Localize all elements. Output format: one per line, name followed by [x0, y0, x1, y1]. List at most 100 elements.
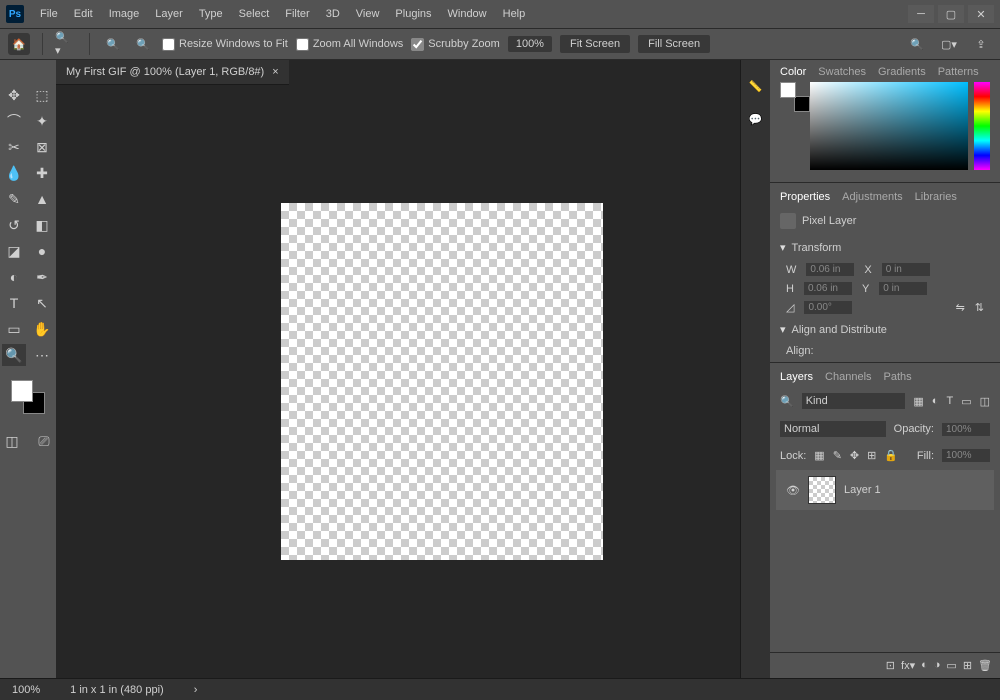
- frame-tool[interactable]: ⊠: [30, 136, 54, 158]
- minimize-button[interactable]: ─: [908, 5, 934, 23]
- color-swatches[interactable]: [11, 380, 45, 414]
- workspace-icon[interactable]: ▢▾: [938, 33, 960, 55]
- zoom-in-icon[interactable]: 🔍: [102, 33, 124, 55]
- new-layer-icon[interactable]: ⊞: [963, 659, 972, 672]
- group-icon[interactable]: ▭: [946, 659, 956, 672]
- screenmode-icon[interactable]: ⎚: [32, 430, 56, 452]
- blur-tool[interactable]: ●: [30, 240, 54, 262]
- align-section[interactable]: ▾ Align and Distribute: [770, 317, 1000, 342]
- shape-tool[interactable]: ▭: [2, 318, 26, 340]
- document-tab[interactable]: My First GIF @ 100% (Layer 1, RGB/8#)×: [56, 60, 289, 85]
- status-zoom[interactable]: 100%: [12, 684, 40, 696]
- blend-mode-select[interactable]: Normal: [780, 421, 886, 437]
- color-swatch-mini[interactable]: [780, 82, 804, 106]
- visibility-icon[interactable]: 👁: [786, 484, 800, 497]
- quickmask-icon[interactable]: ◫: [0, 430, 24, 452]
- menu-view[interactable]: View: [348, 4, 388, 24]
- resize-windows-check[interactable]: Resize Windows to Fit: [162, 38, 288, 51]
- tab-swatches[interactable]: Swatches: [818, 66, 866, 78]
- menu-filter[interactable]: Filter: [277, 4, 317, 24]
- width-input[interactable]: 0.06 in: [806, 263, 854, 276]
- pen-tool[interactable]: ✒: [30, 266, 54, 288]
- delete-layer-icon[interactable]: 🗑: [978, 659, 992, 672]
- more-tools[interactable]: ⋯: [30, 344, 54, 366]
- menu-plugins[interactable]: Plugins: [387, 4, 439, 24]
- menu-3d[interactable]: 3D: [318, 4, 348, 24]
- menu-select[interactable]: Select: [231, 4, 278, 24]
- scrubby-zoom-check[interactable]: Scrubby Zoom: [411, 38, 500, 51]
- layer-item[interactable]: 👁 Layer 1: [776, 470, 994, 510]
- history-brush-tool[interactable]: ↺: [2, 214, 26, 236]
- fx-icon[interactable]: fx▾: [901, 659, 915, 672]
- comment-icon[interactable]: 💬: [749, 113, 763, 126]
- adjustment-icon[interactable]: ◑: [934, 659, 941, 672]
- menu-edit[interactable]: Edit: [66, 4, 101, 24]
- mask-icon[interactable]: ◐: [921, 659, 928, 672]
- hue-slider[interactable]: [974, 82, 990, 170]
- lock-trans-icon[interactable]: ▦: [814, 449, 824, 462]
- share-icon[interactable]: ⇪: [970, 33, 992, 55]
- tab-adjustments[interactable]: Adjustments: [842, 191, 903, 203]
- menu-layer[interactable]: Layer: [147, 4, 191, 24]
- lock-pos-icon[interactable]: ✥: [850, 449, 859, 462]
- zoom-all-check[interactable]: Zoom All Windows: [296, 38, 403, 51]
- x-input[interactable]: 0 in: [882, 263, 930, 276]
- zoom-tool[interactable]: 🔍: [2, 344, 26, 366]
- tab-libraries[interactable]: Libraries: [915, 191, 957, 203]
- tab-gradients[interactable]: Gradients: [878, 66, 926, 78]
- layer-name-label[interactable]: Layer 1: [844, 484, 881, 496]
- lasso-tool[interactable]: ⌒: [2, 110, 26, 132]
- fit-screen-button[interactable]: Fit Screen: [560, 35, 630, 53]
- y-input[interactable]: 0 in: [879, 282, 927, 295]
- zoom-out-icon[interactable]: 🔍: [132, 33, 154, 55]
- search-icon[interactable]: 🔍: [906, 33, 928, 55]
- tab-paths[interactable]: Paths: [884, 371, 912, 383]
- eyedropper-tool[interactable]: 💧: [2, 162, 26, 184]
- stamp-tool[interactable]: ▲: [30, 188, 54, 210]
- menu-file[interactable]: File: [32, 4, 66, 24]
- filter-smart-icon[interactable]: ◫: [980, 395, 990, 408]
- fill-input[interactable]: 100%: [942, 449, 990, 462]
- path-tool[interactable]: ↖: [30, 292, 54, 314]
- layer-thumbnail[interactable]: [808, 476, 836, 504]
- filter-kind-icon[interactable]: 🔍: [780, 395, 794, 408]
- tab-layers[interactable]: Layers: [780, 371, 813, 383]
- menu-image[interactable]: Image: [101, 4, 148, 24]
- marquee-tool[interactable]: ⬚: [30, 84, 54, 106]
- type-tool[interactable]: T: [2, 292, 26, 314]
- angle-input[interactable]: 0.00°: [804, 301, 852, 314]
- canvas[interactable]: [281, 203, 603, 560]
- dodge-tool[interactable]: ◐: [2, 266, 26, 288]
- hand-tool[interactable]: ✋: [30, 318, 54, 340]
- height-input[interactable]: 0.06 in: [804, 282, 852, 295]
- filter-adjust-icon[interactable]: ◐: [932, 395, 939, 407]
- lock-art-icon[interactable]: ⊞: [867, 449, 876, 462]
- tab-channels[interactable]: Channels: [825, 371, 871, 383]
- flip-h-icon[interactable]: ⇋: [956, 301, 965, 314]
- move-tool[interactable]: ✥: [2, 84, 26, 106]
- status-chevron-icon[interactable]: ›: [194, 684, 198, 696]
- link-layers-icon[interactable]: ⊡: [886, 659, 895, 672]
- zoom-tool-icon[interactable]: 🔍 ▾: [55, 33, 77, 55]
- transform-section[interactable]: ▾ Transform: [770, 235, 1000, 260]
- fill-screen-button[interactable]: Fill Screen: [638, 35, 710, 53]
- crop-tool[interactable]: ✂: [2, 136, 26, 158]
- heal-tool[interactable]: ✚: [30, 162, 54, 184]
- filter-pixel-icon[interactable]: ▦: [913, 395, 923, 408]
- kind-select[interactable]: Kind: [802, 393, 906, 409]
- close-tab-icon[interactable]: ×: [272, 66, 278, 78]
- maximize-button[interactable]: ▢: [938, 5, 964, 23]
- home-button[interactable]: 🏠: [8, 33, 30, 55]
- close-button[interactable]: ✕: [968, 5, 994, 23]
- menu-window[interactable]: Window: [440, 4, 495, 24]
- filter-shape-icon[interactable]: ▭: [961, 395, 971, 408]
- menu-type[interactable]: Type: [191, 4, 231, 24]
- eraser-tool[interactable]: ◧: [30, 214, 54, 236]
- tab-color[interactable]: Color: [780, 66, 806, 78]
- lock-paint-icon[interactable]: ✎: [833, 449, 842, 462]
- brush-tool[interactable]: ✎: [2, 188, 26, 210]
- filter-type-icon[interactable]: T: [946, 395, 953, 407]
- lock-all-icon[interactable]: 🔒: [884, 449, 898, 462]
- wand-tool[interactable]: ✦: [30, 110, 54, 132]
- ruler-icon[interactable]: 📏: [749, 80, 763, 93]
